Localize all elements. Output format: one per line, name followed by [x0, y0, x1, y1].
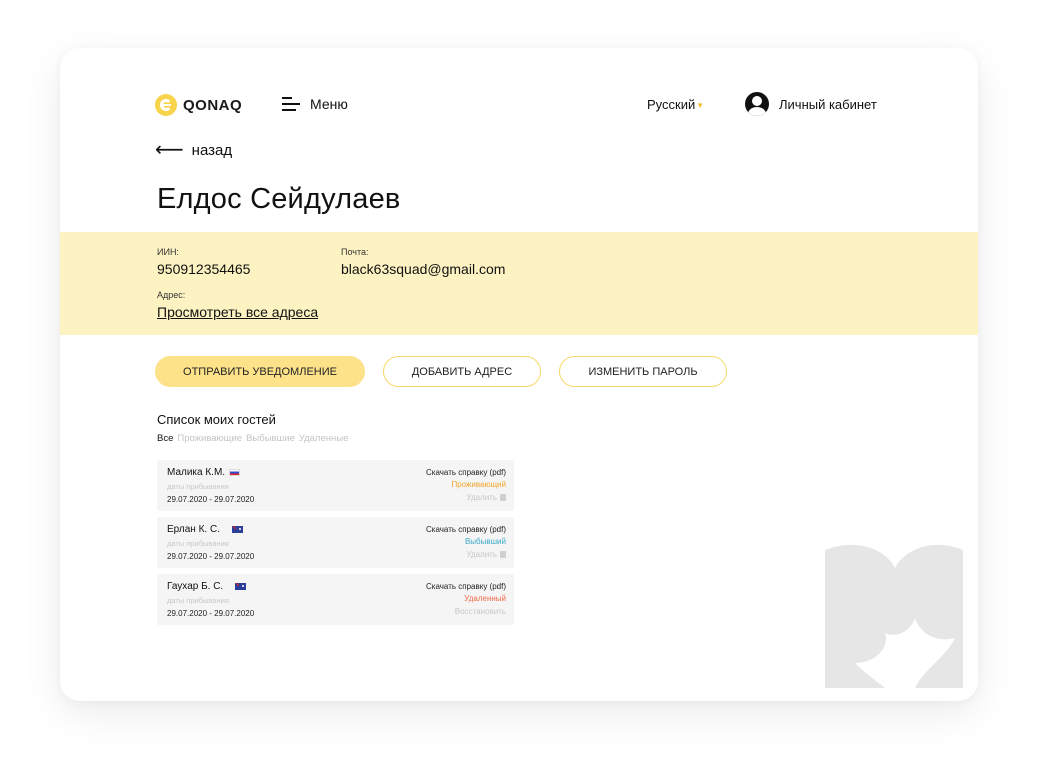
restore-label: Восстановить — [454, 607, 506, 616]
kazakh-ornament-icon — [825, 544, 963, 688]
download-pdf-link[interactable]: Скачать справку (pdf) — [426, 525, 506, 534]
send-notification-button[interactable]: ОТПРАВИТЬ УВЕДОМЛЕНИЕ — [155, 356, 365, 387]
guest-dates-label: даты прибывания — [167, 539, 229, 548]
account-label: Личный кабинет — [779, 96, 877, 112]
address-label: Адрес: — [157, 290, 186, 300]
language-selector[interactable]: Русский▼ — [647, 97, 704, 112]
delete-label: Удалить — [466, 493, 497, 502]
trash-icon — [500, 551, 506, 558]
email-label: Почта: — [341, 247, 369, 257]
guest-filter-tabs: Все Проживающие Выбывшие Удаленные — [157, 433, 348, 444]
menu-label: Меню — [310, 96, 348, 112]
download-pdf-link[interactable]: Скачать справку (pdf) — [426, 468, 506, 477]
delete-guest-button[interactable]: Удалить — [466, 550, 506, 559]
back-label: назад — [191, 141, 233, 159]
guest-row: Гаухар Б. С. даты прибывания 29.07.2020 … — [157, 574, 514, 625]
profile-card: QONAQ Меню Русский▼ Личный кабинет ⟵ наз… — [60, 48, 978, 701]
logo-text: QONAQ — [183, 96, 243, 114]
iin-field: ИИН: 950912354465 — [157, 247, 250, 277]
filter-tab-deleted[interactable]: Удаленные — [299, 433, 349, 444]
restore-guest-button[interactable]: Восстановить — [455, 607, 506, 616]
language-label: Русский — [647, 97, 696, 112]
download-pdf-link[interactable]: Скачать справку (pdf) — [426, 582, 506, 591]
guest-dates: 29.07.2020 - 29.07.2020 — [167, 495, 255, 504]
trash-icon — [500, 494, 506, 501]
address-field: Адрес: Просмотреть все адреса — [157, 290, 318, 320]
guest-name: Гаухар Б. С. — [167, 581, 247, 592]
user-avatar-icon — [745, 92, 769, 116]
australia-flag-icon — [235, 583, 247, 590]
guest-status: Проживающий — [451, 480, 506, 489]
logo-e-icon — [155, 94, 177, 116]
guest-name: Малика К.М. — [167, 467, 241, 478]
guest-status: Удаленный — [464, 594, 506, 603]
guest-dates-label: даты прибывания — [167, 596, 229, 605]
account-link[interactable]: Личный кабинет — [745, 92, 877, 116]
page-title: Елдос Сейдулаев — [157, 183, 401, 215]
guest-dates: 29.07.2020 - 29.07.2020 — [167, 609, 255, 618]
iin-value: 950912354465 — [157, 261, 251, 277]
logo[interactable]: QONAQ — [155, 94, 242, 116]
delete-guest-button[interactable]: Удалить — [466, 493, 506, 502]
caret-down-icon: ▼ — [696, 101, 705, 111]
guest-dates: 29.07.2020 - 29.07.2020 — [167, 552, 255, 561]
user-info-panel: ИИН: 950912354465 Почта: black63squad@gm… — [60, 232, 978, 335]
russia-flag-icon — [229, 469, 241, 476]
guests-list-title: Список моих гостей — [157, 412, 276, 427]
australia-flag-icon — [231, 526, 243, 533]
add-address-button[interactable]: ДОБАВИТЬ АДРЕС — [383, 356, 541, 387]
filter-tab-all[interactable]: Все — [157, 433, 173, 444]
guest-row: Малика К.М. даты прибывания 29.07.2020 -… — [157, 460, 514, 511]
delete-label: Удалить — [466, 550, 497, 559]
guest-name-text: Ерлан К. С. — [167, 524, 220, 535]
back-link[interactable]: ⟵ назад — [155, 140, 232, 160]
guest-row: Ерлан К. С. даты прибывания 29.07.2020 -… — [157, 517, 514, 568]
filter-tab-departed[interactable]: Выбывшие — [246, 433, 295, 444]
change-password-button[interactable]: ИЗМЕНИТЬ ПАРОЛЬ — [559, 356, 727, 387]
email-field: Почта: black63squad@gmail.com — [341, 247, 505, 277]
guest-name-text: Гаухар Б. С. — [167, 581, 224, 592]
view-addresses-link[interactable]: Просмотреть все адреса — [157, 304, 318, 320]
guest-status: Выбывший — [464, 537, 506, 546]
arrow-left-icon: ⟵ — [155, 139, 184, 161]
guest-dates-label: даты прибывания — [167, 482, 229, 491]
email-value: black63squad@gmail.com — [341, 261, 506, 277]
filter-tab-staying[interactable]: Проживающие — [177, 433, 242, 444]
iin-label: ИИН: — [157, 247, 179, 257]
hamburger-icon — [282, 97, 300, 111]
guest-name: Ерлан К. С. — [167, 524, 243, 535]
menu-button[interactable]: Меню — [282, 96, 348, 112]
guest-name-text: Малика К.М. — [167, 467, 226, 478]
